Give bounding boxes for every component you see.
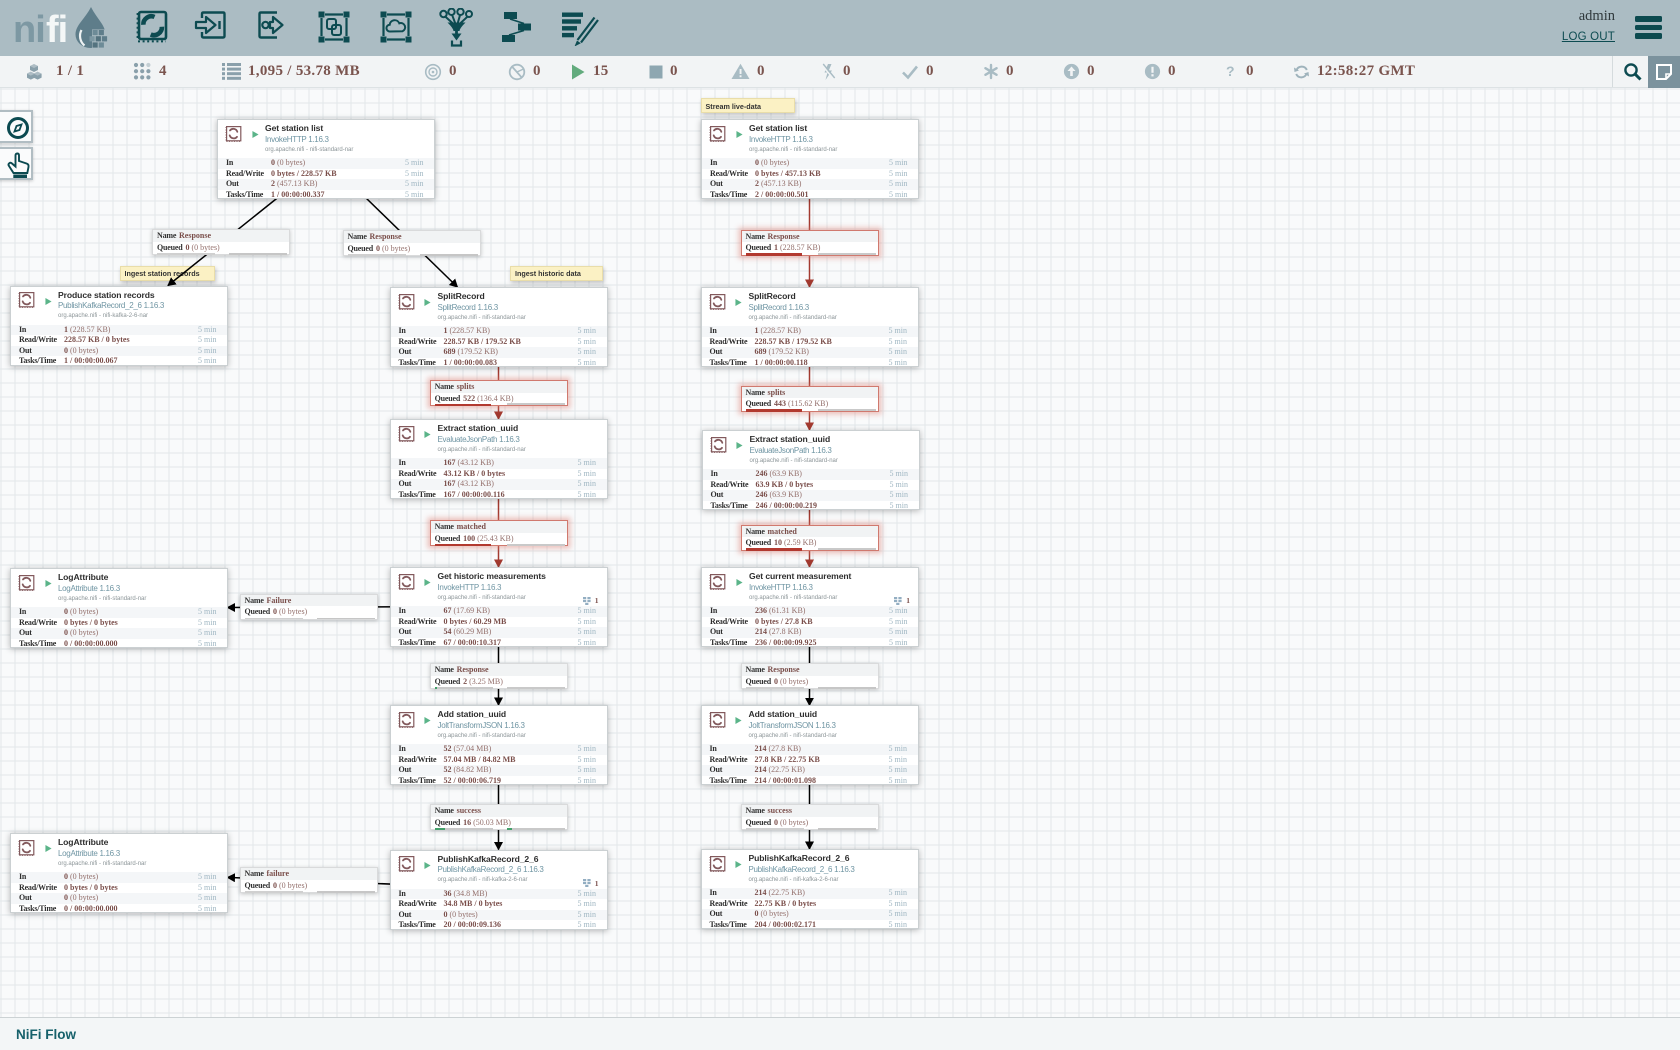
- svg-text:?: ?: [1226, 63, 1235, 79]
- svg-text:fi: fi: [46, 9, 67, 50]
- svg-text:ni: ni: [13, 9, 45, 50]
